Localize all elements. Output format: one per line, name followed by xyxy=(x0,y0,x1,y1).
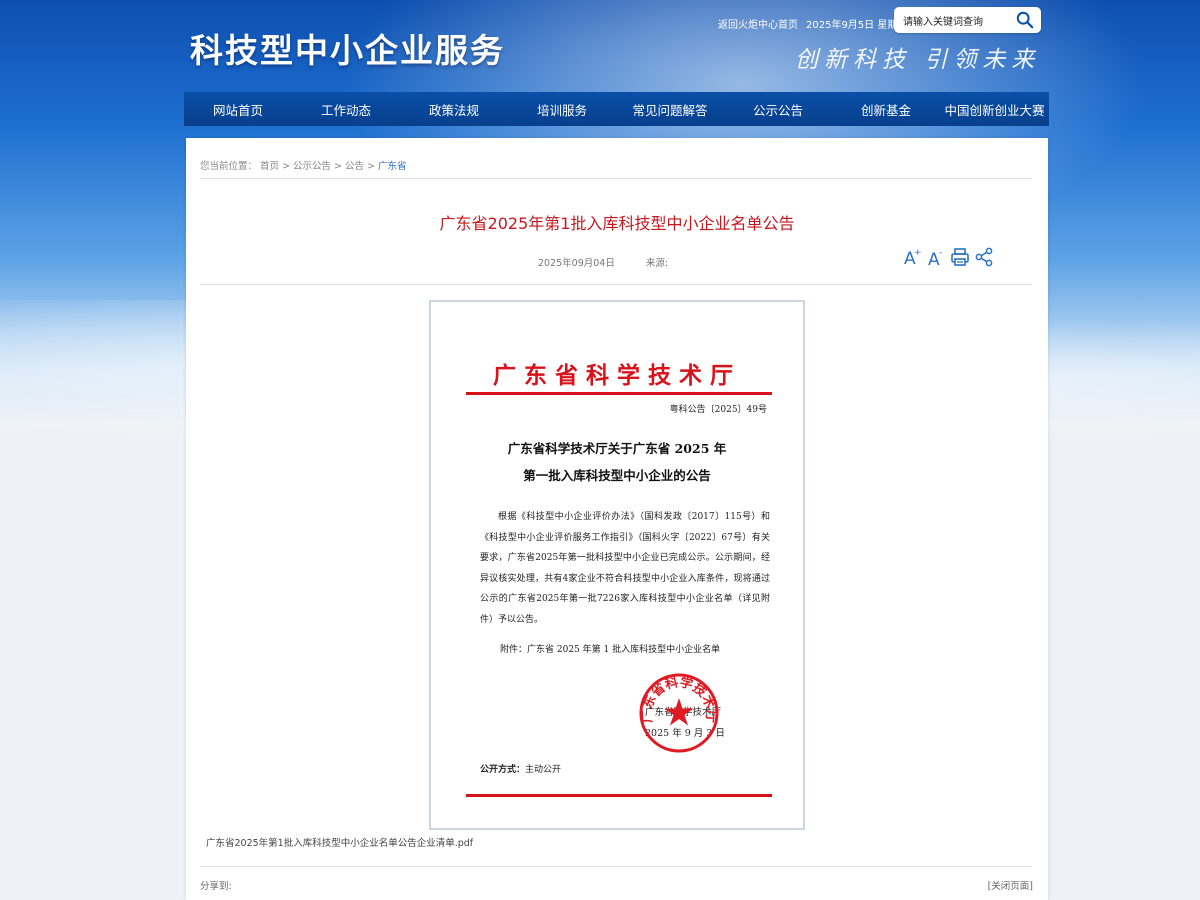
breadcrumb-item-home[interactable]: 首页 xyxy=(260,161,279,172)
font-larger-icon[interactable]: A + xyxy=(902,246,922,268)
slogan: 创新科技 引领未来 xyxy=(795,47,1041,73)
current-date: 2025年9月5日 星期五 xyxy=(806,20,908,31)
breadcrumb: 您当前位置： 首页 > 公示公告 > 公告 > 广东省 xyxy=(200,158,407,172)
nav-item-innovation-fund[interactable]: 创新基金 xyxy=(832,100,940,119)
share-icon[interactable] xyxy=(974,246,994,268)
nav-item-policy[interactable]: 政策法规 xyxy=(400,100,508,119)
svg-text:+: + xyxy=(914,248,921,258)
breadcrumb-prefix: 您当前位置： xyxy=(200,161,258,172)
divider xyxy=(200,284,1032,285)
document-attachment-line: 附件：广东省 2025 年第 1 批入库科技型中小企业名单 xyxy=(500,645,721,655)
breadcrumb-separator: > xyxy=(367,161,375,172)
font-smaller-icon[interactable]: A - xyxy=(926,246,946,268)
document-image: 广东省科学技术厅 粤科公告〔2025〕49号 广东省科学技术厅关于广东省 202… xyxy=(429,300,805,830)
nav-item-news[interactable]: 工作动态 xyxy=(292,100,400,119)
search-input[interactable] xyxy=(901,13,1015,27)
back-home-link[interactable]: 返回火炬中心首页 xyxy=(718,16,798,31)
breadcrumb-item-notice[interactable]: 公告 xyxy=(345,161,364,172)
breadcrumb-item-announcements[interactable]: 公示公告 xyxy=(293,161,331,172)
attachment-link[interactable]: 广东省2025年第1批入库科技型中小企业名单公告企业清单.pdf xyxy=(206,835,473,849)
close-page-link[interactable]: [关闭页面] xyxy=(988,878,1033,892)
document-title-line2: 第一批入库科技型中小企业的公告 xyxy=(523,468,711,483)
document-body-text: 根据《科技型中小企业评价办法》（国科发政〔2017〕115号）和《科技型中小企业… xyxy=(480,512,770,625)
document-header: 广东省科学技术厅 xyxy=(493,362,741,389)
search-icon[interactable] xyxy=(1016,11,1034,29)
content-panel: 您当前位置： 首页 > 公示公告 > 公告 > 广东省 广东省2025年第1批入库科技型中小… xyxy=(186,138,1048,900)
share-label: 分享到: xyxy=(200,881,232,892)
top-links: 返回火炬中心首页 2025年9月5日 星期五 xyxy=(718,16,907,31)
search-box xyxy=(894,7,1041,33)
svg-text:-: - xyxy=(939,248,942,258)
nav-item-faq[interactable]: 常见问题解答 xyxy=(616,100,724,119)
article-tools: A + A - xyxy=(902,246,994,268)
site-title: 科技型中小企业服务 xyxy=(190,31,505,70)
document-body: 根据《科技型中小企业评价办法》（国科发政〔2017〕115号）和《科技型中小企业… xyxy=(480,507,770,630)
divider xyxy=(200,178,1032,179)
nav-item-training[interactable]: 培训服务 xyxy=(508,100,616,119)
article-meta: 2025年09月04日 来源: xyxy=(538,255,668,269)
document-public-mode: 公开方式：主动公开 xyxy=(480,762,561,775)
document-public-label: 公开方式： xyxy=(480,765,526,775)
article-date: 2025年09月04日 xyxy=(538,258,615,269)
article-title: 广东省2025年第1批入库科技型中小企业名单公告 xyxy=(439,214,795,233)
document-title-line1: 广东省科学技术厅关于广东省 2025 年 xyxy=(507,441,727,456)
article-source-label: 来源: xyxy=(645,258,669,269)
document-number: 粤科公告〔2025〕49号 xyxy=(669,405,767,415)
divider xyxy=(200,866,1032,867)
nav-item-home[interactable]: 网站首页 xyxy=(184,100,292,119)
document-red-line xyxy=(466,392,772,395)
nav-item-competition[interactable]: 中国创新创业大赛 xyxy=(940,100,1049,119)
breadcrumb-separator: > xyxy=(282,161,291,172)
main-nav: 网站首页 工作动态 政策法规 培训服务 常见问题解答 公示公告 创新基金 中国创… xyxy=(184,92,1049,126)
print-icon[interactable] xyxy=(950,246,970,268)
breadcrumb-separator: > xyxy=(334,161,343,172)
official-seal: 广东省科学技术厅 xyxy=(639,673,719,753)
document-public-value: 主动公开 xyxy=(525,765,562,775)
document-red-line xyxy=(466,794,772,797)
breadcrumb-item-current[interactable]: 广东省 xyxy=(378,161,407,172)
nav-item-announcements[interactable]: 公示公告 xyxy=(724,100,832,119)
